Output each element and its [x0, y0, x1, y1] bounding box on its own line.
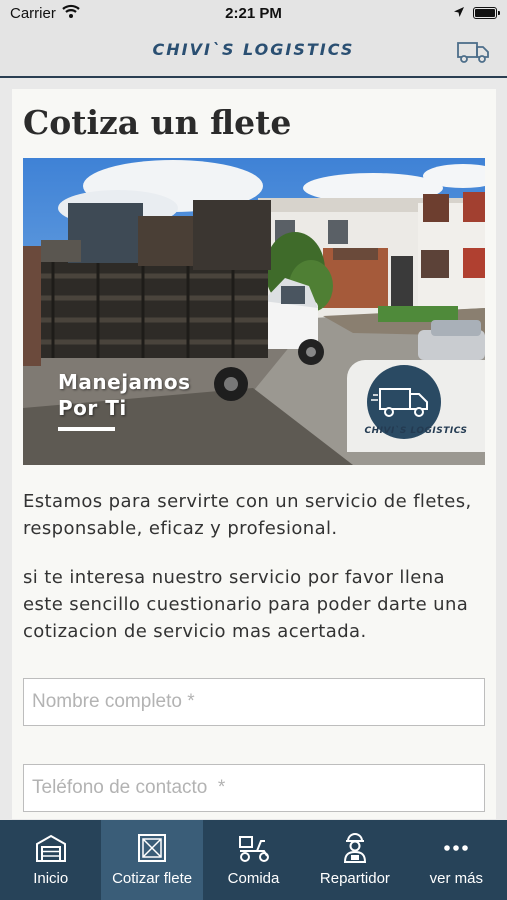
scooter-icon	[238, 836, 269, 862]
battery-icon	[473, 7, 500, 19]
location-arrow-icon	[454, 7, 464, 17]
logo-text: CHIVI`S LOGISTICS	[364, 426, 468, 436]
tab-inicio[interactable]: Inicio	[0, 820, 101, 900]
status-bar: Carrier 2:21 PM	[0, 0, 507, 28]
quote-card: Cotiza un flete Manejamos Por Ti CHIVI`S…	[12, 89, 496, 819]
truck-icon[interactable]	[456, 39, 490, 65]
tab-comida[interactable]: Comida	[203, 820, 304, 900]
intro-paragraph: Estamos para servirte con un servicio de…	[23, 491, 472, 539]
logo-badge: CHIVI`S LOGISTICS	[347, 360, 485, 452]
tab-label: ver más	[429, 870, 483, 887]
hero-slogan: Manejamos Por Ti	[58, 370, 191, 420]
warehouse-icon	[35, 834, 66, 862]
page-title: Cotiza un flete	[23, 103, 292, 142]
full-name-input[interactable]	[23, 678, 485, 726]
tab-label: Comida	[227, 870, 280, 887]
tab-label: Inicio	[33, 870, 69, 887]
tab-cotizar-flete[interactable]: Cotizar flete	[101, 820, 203, 900]
tab-label: Cotizar flete	[112, 870, 193, 887]
tab-ver-mas[interactable]: ver más	[406, 820, 507, 900]
slogan-underline	[58, 427, 115, 431]
brand-title: CHIVI`S LOGISTICS	[152, 40, 355, 59]
tab-label: Repartidor	[319, 870, 390, 887]
clock: 2:21 PM	[225, 5, 282, 22]
more-dots-icon	[444, 845, 469, 851]
phone-input[interactable]	[23, 764, 485, 812]
instructions-paragraph: si te interesa nuestro servicio por favo…	[23, 567, 469, 642]
crate-icon	[138, 834, 167, 862]
navigation-bar: CHIVI`S LOGISTICS	[0, 28, 507, 78]
tab-repartidor[interactable]: Repartidor	[304, 820, 405, 900]
bottom-tab-bar: Inicio Cotizar flete Comida Repartidor v…	[0, 820, 507, 900]
delivery-person-icon	[343, 833, 366, 863]
hero-banner-image: Manejamos Por Ti CHIVI`S LOGISTICS	[23, 158, 485, 465]
